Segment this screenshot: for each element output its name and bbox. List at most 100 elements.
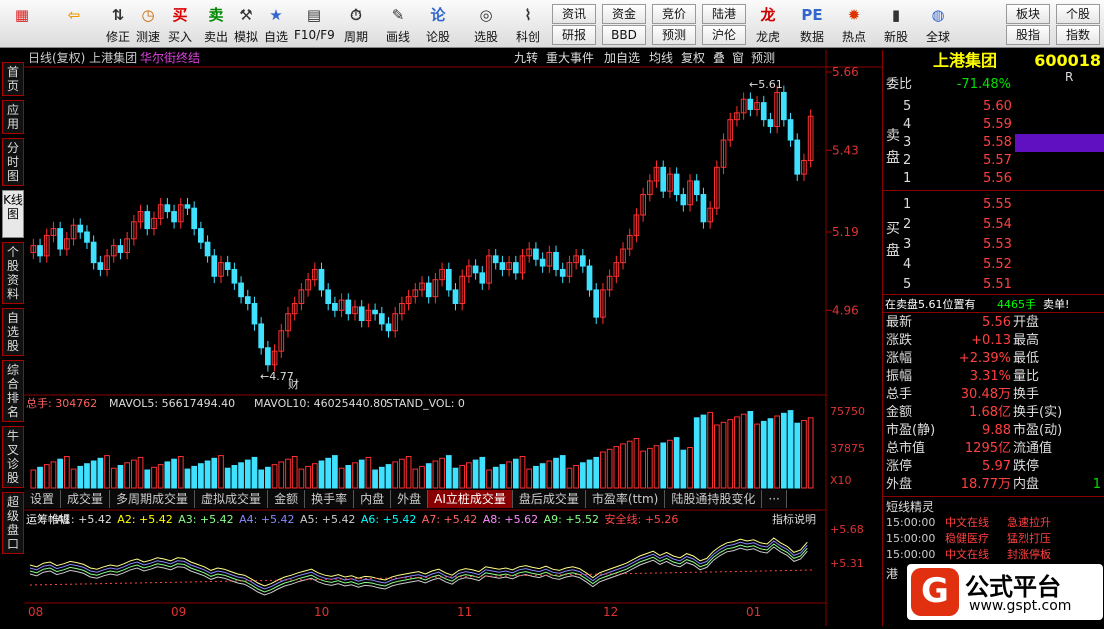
stat-row-0: 最新 5.56 开盘 bbox=[883, 314, 1104, 332]
vol-tab-4[interactable]: 金额 bbox=[268, 490, 306, 508]
toolbar-button-8[interactable]: ▤ F10/F9 bbox=[294, 2, 335, 46]
toolbar-small-3[interactable]: 陆港 bbox=[702, 4, 746, 24]
vol-ma10: MAVOL10: 46025440.80 bbox=[254, 397, 387, 410]
volume-bar bbox=[345, 465, 352, 489]
sidebar-item-1[interactable]: 应用 bbox=[2, 100, 24, 134]
chart-menu-7[interactable]: 预测 bbox=[751, 51, 775, 65]
candle-body bbox=[533, 248, 539, 260]
volume-bar bbox=[385, 464, 392, 489]
vol-tab-2[interactable]: 多周期成交量 bbox=[110, 490, 196, 508]
toolbar-small-6[interactable]: 预测 bbox=[652, 25, 696, 45]
candle-body bbox=[211, 255, 218, 277]
volume-bar bbox=[760, 420, 767, 489]
stat-label: 最新 bbox=[886, 315, 913, 330]
chart-menu-3[interactable]: 均线 bbox=[649, 51, 673, 65]
vol-tab-3[interactable]: 虚拟成交量 bbox=[195, 490, 269, 508]
candle-body bbox=[673, 173, 680, 196]
ind-help-button[interactable]: 指标说明 bbox=[772, 512, 816, 526]
buy-level-5: 5 5.51 bbox=[883, 276, 1104, 294]
chart-menu-5[interactable]: 叠 bbox=[713, 51, 725, 65]
toolbar-button-13[interactable]: ⌇ 科创 bbox=[508, 2, 548, 46]
candle-body bbox=[84, 231, 90, 243]
ind-header-2: A2: +5.42 bbox=[117, 513, 172, 526]
toolbar-small-1[interactable]: 资金 bbox=[602, 4, 646, 24]
chart-menu-4[interactable]: 复权 bbox=[681, 51, 705, 65]
chart-menu-6[interactable]: 窗 bbox=[732, 51, 744, 65]
sidebar-item-6[interactable]: 综合排名 bbox=[2, 360, 24, 422]
select-icon: ◎ bbox=[479, 6, 493, 24]
toolbar-label: 选股 bbox=[473, 30, 498, 44]
toolbar-small-2[interactable]: 竞价 bbox=[652, 4, 696, 24]
volume-bar bbox=[593, 456, 600, 489]
price-tick-label: 5.19 bbox=[832, 225, 859, 239]
volume-bar bbox=[553, 457, 559, 489]
toolbar-button-12[interactable]: ◎ 选股 bbox=[466, 2, 506, 46]
stat-value: 9.88 bbox=[982, 423, 1011, 438]
toolbar-small-9[interactable]: 个股 bbox=[1056, 4, 1100, 24]
toolbar-small-8[interactable]: 板块 bbox=[1006, 4, 1050, 24]
toolbar-button-7[interactable]: ★ 自选 bbox=[256, 2, 296, 46]
toolbar-button-4[interactable]: 买买入 bbox=[160, 2, 200, 46]
sidebar-item-2[interactable]: 分时图 bbox=[2, 138, 24, 186]
candle-body bbox=[680, 194, 687, 206]
stat-value: 30.48万 bbox=[960, 387, 1011, 402]
toolbar-button-11[interactable]: 论论股 bbox=[418, 2, 458, 46]
vol-ma5: MAVOL5: 56617494.40 bbox=[109, 397, 235, 410]
toolbar-small-0[interactable]: 资讯 bbox=[552, 4, 596, 24]
toolbar-button-9[interactable]: ⏱ 周期 bbox=[336, 2, 376, 46]
sidebar-item-4[interactable]: 个股资料 bbox=[2, 242, 24, 304]
sidebar-item-3[interactable]: K线图 bbox=[2, 190, 24, 238]
candle-body bbox=[191, 207, 198, 230]
candle-body bbox=[378, 313, 385, 325]
toolbar-small-7[interactable]: 沪伦 bbox=[702, 25, 746, 45]
toolbar-small-5[interactable]: BBD bbox=[602, 25, 646, 45]
candle-body bbox=[318, 268, 325, 291]
ind-header-9: A9: +5.52 bbox=[544, 513, 599, 526]
toolbar-button-0[interactable]: ▦ bbox=[2, 2, 42, 46]
price-tick-label: 5.43 bbox=[832, 143, 859, 157]
vol-tab-9[interactable]: 盘后成交量 bbox=[512, 490, 586, 508]
toolbar-button-15[interactable]: PE 数据 bbox=[792, 2, 832, 46]
toolbar-button-1[interactable]: ⇦ bbox=[54, 2, 94, 46]
chart-menu-2[interactable]: 加自选 bbox=[604, 51, 640, 65]
vol-tab-7[interactable]: 外盘 bbox=[391, 490, 429, 508]
sidebar-item-5[interactable]: 自选股 bbox=[2, 308, 24, 356]
vol-tab-0[interactable]: 设置 bbox=[24, 490, 62, 508]
toolbar-button-14[interactable]: 龙龙虎 bbox=[748, 2, 788, 46]
candle-body bbox=[198, 228, 204, 243]
cai-label: 财 bbox=[288, 377, 299, 391]
stat-label: 市盈(静) bbox=[886, 423, 936, 438]
toolbar-button-18[interactable]: ◍ 全球 bbox=[918, 2, 958, 46]
vol-tab-10[interactable]: 市盈率(ttm) bbox=[585, 490, 666, 508]
volume-bar bbox=[660, 442, 667, 489]
stat-row-7: 总市值 1295亿 流通值 bbox=[883, 440, 1104, 458]
chart-title: 日线(复权) 上港集团 bbox=[28, 50, 137, 65]
volume-bar bbox=[673, 437, 680, 489]
toolbar-small-11[interactable]: 指数 bbox=[1056, 25, 1100, 45]
vol-tab-5[interactable]: 换手率 bbox=[305, 490, 355, 508]
toolbar-small-4[interactable]: 研报 bbox=[552, 25, 596, 45]
volume-bar bbox=[680, 449, 687, 489]
chart-menu-0[interactable]: 九转 bbox=[514, 50, 538, 65]
toolbar-button-16[interactable]: ✹ 热点 bbox=[834, 2, 874, 46]
stat-value: 18.77万 bbox=[960, 477, 1011, 492]
chart-svg: 日线(复权) 上港集团 华尔街终结 九转 重大事件 加自选 均线 复权叠窗预测 5.66 5.4… bbox=[24, 50, 904, 626]
vol-tab-6[interactable]: 内盘 bbox=[354, 490, 392, 508]
toolbar-button-10[interactable]: ✎ 画线 bbox=[378, 2, 418, 46]
vol-tab-8[interactable]: AI立桩成交量 bbox=[428, 490, 513, 508]
vol-tab-12[interactable]: ··· bbox=[762, 490, 787, 508]
indicator-name: 华尔街终结 bbox=[140, 50, 200, 65]
toolbar-button-17[interactable]: ▮ 新股 bbox=[876, 2, 916, 46]
candle-body bbox=[747, 98, 754, 110]
chart-menu-1[interactable]: 重大事件 bbox=[546, 51, 594, 65]
vol-tab-1[interactable]: 成交量 bbox=[61, 490, 111, 508]
sidebar-item-7[interactable]: 牛叉诊股 bbox=[2, 426, 24, 488]
sidebar-item-0[interactable]: 首页 bbox=[2, 62, 24, 96]
vol-tab-11[interactable]: 陆股通持股变化 bbox=[665, 490, 763, 508]
short-row-2[interactable]: 15:00:00 中文在线 封涨停板 bbox=[883, 546, 1104, 564]
sidebar-item-8[interactable]: 超级盘口 bbox=[2, 492, 24, 554]
vol-tick: 75750 bbox=[830, 405, 865, 418]
toolbar-small-10[interactable]: 股指 bbox=[1006, 25, 1050, 45]
price-tick-label: 4.96 bbox=[832, 303, 859, 317]
stat-row-2: 涨幅 +2.39% 最低 bbox=[883, 350, 1104, 368]
